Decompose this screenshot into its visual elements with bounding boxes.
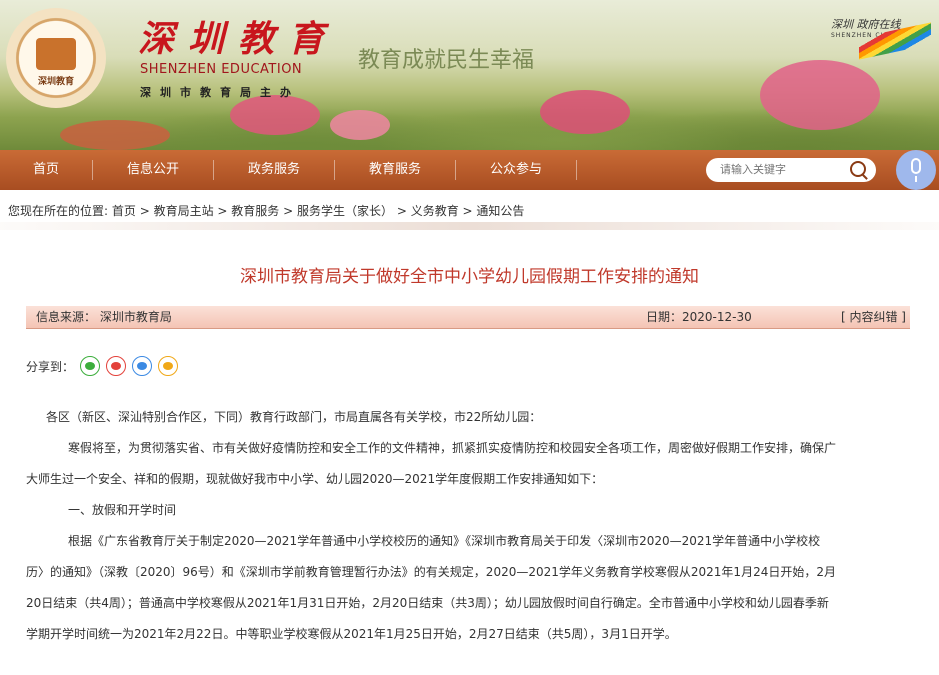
info-date: 日期：2020-12-30 bbox=[646, 310, 752, 324]
weibo-icon[interactable] bbox=[106, 356, 127, 376]
content-error-link[interactable]: [ 内容纠错 ] bbox=[841, 306, 906, 328]
flower-decoration bbox=[230, 95, 320, 135]
flower-decoration bbox=[330, 110, 390, 140]
header-banner: 深圳教育 深圳教育 SHENZHEN EDUCATION 深圳市教育局主办 教育… bbox=[0, 0, 939, 150]
breadcrumb-serve-students[interactable]: 服务学生（家长） bbox=[297, 204, 393, 218]
nav-gov-services[interactable]: 政务服务 bbox=[214, 150, 334, 190]
shenzhen-education-emblem[interactable]: 深圳教育 bbox=[6, 8, 106, 108]
breadcrumb-notices[interactable]: 通知公告 bbox=[476, 204, 524, 218]
paragraph: 各区（新区、深汕特别合作区，下同）教育行政部门，市局直属各有关学校，市22所幼儿… bbox=[46, 410, 542, 424]
nav-separator bbox=[576, 160, 577, 180]
breadcrumb-prefix: 您现在所在的位置: bbox=[8, 204, 109, 218]
microphone-stand bbox=[915, 176, 917, 182]
share-bar: 分享到： bbox=[26, 356, 179, 376]
decorative-band bbox=[0, 222, 939, 230]
article-info-bar: 信息来源： 深圳市教育局 日期：2020-12-30 [ 内容纠错 ] bbox=[26, 306, 910, 329]
search-input[interactable] bbox=[718, 163, 842, 177]
voice-search-button[interactable] bbox=[896, 150, 936, 190]
flower-decoration bbox=[760, 60, 880, 130]
site-subtitle: 深圳市教育局主办 bbox=[140, 86, 300, 99]
paragraph: 寒假将至，为贯彻落实省、市有关做好疫情防控和安全工作的文件精神，抓紧抓实疫情防控… bbox=[68, 441, 837, 455]
paragraph: 学期开学时间统一为2021年2月22日。中等职业学校寒假从2021年1月25日开… bbox=[26, 627, 677, 641]
section-heading: 一、放假和开学时间 bbox=[68, 503, 177, 517]
book-icon bbox=[36, 38, 76, 70]
paragraph: 历〉的通知》（深教〔2020〕96号）和《深圳市学前教育管理暂行办法》的有关规定… bbox=[26, 565, 836, 579]
nav-education-services[interactable]: 教育服务 bbox=[335, 150, 455, 190]
article-title: 深圳市教育局关于做好全市中小学幼儿园假期工作安排的通知 bbox=[240, 267, 699, 287]
nav-home[interactable]: 首页 bbox=[0, 150, 92, 190]
microphone-icon bbox=[911, 158, 921, 174]
site-slogan: 教育成就民生幸福 bbox=[358, 48, 535, 73]
qq-icon[interactable] bbox=[132, 356, 153, 376]
flower-decoration bbox=[60, 120, 170, 150]
article-body: 各区（新区、深汕特别合作区，下同）教育行政部门，市局直属各有关学校，市22所幼儿… bbox=[26, 402, 916, 650]
site-title-cn: 深圳教育 bbox=[138, 18, 339, 60]
shenzhen-gov-logo[interactable]: 深圳 政府在线 SHENZHEN CHINA bbox=[831, 16, 931, 60]
breadcrumb-compulsory-edu[interactable]: 义务教育 bbox=[411, 204, 459, 218]
emblem-text: 深圳教育 bbox=[37, 77, 74, 87]
breadcrumb-edu-services[interactable]: 教育服务 bbox=[231, 204, 279, 218]
wechat-icon[interactable] bbox=[80, 356, 101, 376]
nav-info-disclosure[interactable]: 信息公开 bbox=[93, 150, 213, 190]
breadcrumb-home[interactable]: 首页 bbox=[112, 204, 136, 218]
paragraph: 20日结束（共4周）；普通高中学校寒假从2021年1月31日开始，2月20日结束… bbox=[26, 596, 829, 610]
info-source: 信息来源： 深圳市教育局 bbox=[36, 310, 172, 324]
search-box bbox=[706, 158, 876, 182]
breadcrumb-main-site[interactable]: 教育局主站 bbox=[154, 204, 214, 218]
nav-public-participation[interactable]: 公众参与 bbox=[456, 150, 576, 190]
breadcrumb: 您现在所在的位置: 首页 > 教育局主站 > 教育服务 > 服务学生（家长） >… bbox=[8, 204, 525, 218]
share-label: 分享到： bbox=[26, 359, 75, 374]
favorite-icon[interactable] bbox=[158, 356, 179, 376]
paragraph: 大师生过一个安全、祥和的假期，现就做好我市中小学、幼儿园2020—2021学年度… bbox=[26, 472, 604, 486]
search-icon[interactable] bbox=[850, 161, 866, 177]
paragraph: 根据《广东省教育厅关于制定2020—2021学年普通中小学校校历的通知》《深圳市… bbox=[68, 534, 821, 548]
flower-decoration bbox=[540, 90, 630, 134]
site-title-en: SHENZHEN EDUCATION bbox=[140, 62, 303, 77]
